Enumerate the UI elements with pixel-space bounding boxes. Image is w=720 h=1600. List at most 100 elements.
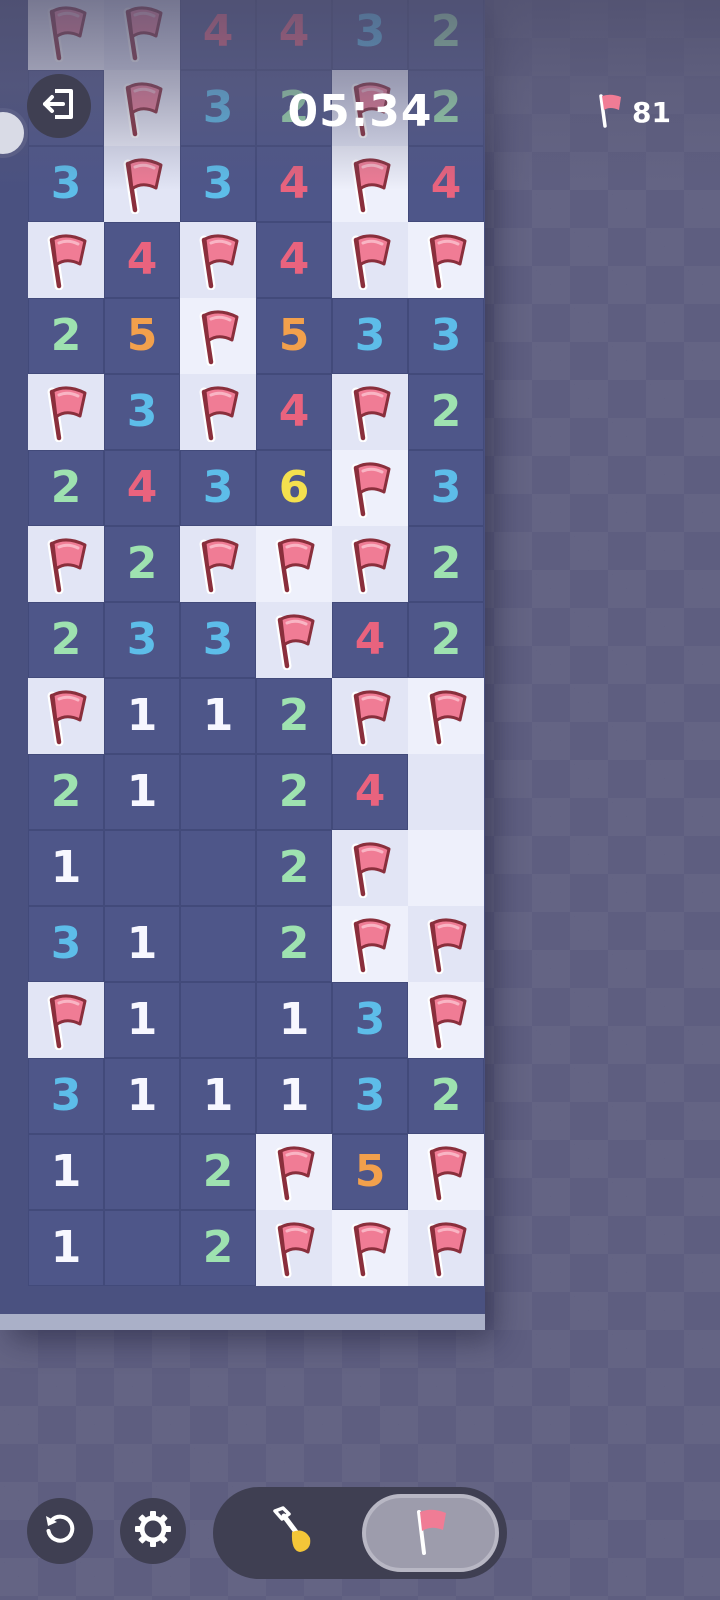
- number-cell[interactable]: 3: [332, 982, 408, 1058]
- number-cell[interactable]: 5: [256, 298, 332, 374]
- number-cell[interactable]: 1: [104, 754, 180, 830]
- flagged-cell[interactable]: [332, 146, 408, 222]
- number-cell[interactable]: 3: [28, 1058, 104, 1134]
- number-cell[interactable]: 2: [256, 678, 332, 754]
- empty-cell[interactable]: [180, 906, 256, 982]
- flagged-cell[interactable]: [28, 0, 104, 70]
- number-cell[interactable]: 2: [408, 0, 484, 70]
- flagged-cell[interactable]: [332, 678, 408, 754]
- number-cell[interactable]: 2: [180, 1210, 256, 1286]
- flagged-cell[interactable]: [408, 678, 484, 754]
- flagged-cell[interactable]: [104, 0, 180, 70]
- exit-button[interactable]: [27, 74, 91, 138]
- flagged-cell[interactable]: [332, 830, 408, 906]
- restart-button[interactable]: [27, 1498, 93, 1564]
- number-cell[interactable]: 2: [408, 602, 484, 678]
- empty-cell[interactable]: [104, 1134, 180, 1210]
- flagged-cell[interactable]: [332, 906, 408, 982]
- flagged-cell[interactable]: [28, 982, 104, 1058]
- number-cell[interactable]: 1: [28, 830, 104, 906]
- number-cell[interactable]: 2: [408, 374, 484, 450]
- number-cell[interactable]: 2: [408, 526, 484, 602]
- number-cell[interactable]: 3: [180, 602, 256, 678]
- number-cell[interactable]: 3: [104, 374, 180, 450]
- flagged-cell[interactable]: [28, 678, 104, 754]
- flagged-cell[interactable]: [256, 1134, 332, 1210]
- empty-cell[interactable]: [104, 830, 180, 906]
- flagged-cell[interactable]: [408, 1210, 484, 1286]
- number-cell[interactable]: 4: [256, 146, 332, 222]
- number-cell[interactable]: 1: [28, 1210, 104, 1286]
- number-cell[interactable]: 4: [256, 222, 332, 298]
- number-cell[interactable]: 1: [104, 678, 180, 754]
- number-cell[interactable]: 3: [28, 906, 104, 982]
- flagged-cell[interactable]: [408, 906, 484, 982]
- flagged-cell[interactable]: [332, 526, 408, 602]
- number-cell[interactable]: 3: [332, 1058, 408, 1134]
- number-cell[interactable]: 1: [104, 982, 180, 1058]
- number-cell[interactable]: 2: [28, 754, 104, 830]
- flagged-cell[interactable]: [408, 982, 484, 1058]
- number-cell[interactable]: 1: [180, 1058, 256, 1134]
- number-cell[interactable]: 4: [408, 146, 484, 222]
- number-cell[interactable]: 5: [104, 298, 180, 374]
- empty-cell[interactable]: [180, 982, 256, 1058]
- flagged-cell[interactable]: [28, 526, 104, 602]
- number-cell[interactable]: 3: [332, 298, 408, 374]
- flagged-cell[interactable]: [408, 222, 484, 298]
- number-cell[interactable]: 3: [180, 146, 256, 222]
- empty-cell[interactable]: [104, 1210, 180, 1286]
- number-cell[interactable]: 1: [256, 982, 332, 1058]
- number-cell[interactable]: 4: [180, 0, 256, 70]
- number-cell[interactable]: 2: [104, 526, 180, 602]
- flagged-cell[interactable]: [104, 146, 180, 222]
- number-cell[interactable]: 2: [256, 830, 332, 906]
- flag-mode-button[interactable]: [362, 1494, 499, 1572]
- number-cell[interactable]: 3: [28, 146, 104, 222]
- number-cell[interactable]: 3: [180, 70, 256, 146]
- number-cell[interactable]: 2: [180, 1134, 256, 1210]
- number-cell[interactable]: 3: [408, 450, 484, 526]
- hidden-cell[interactable]: [408, 830, 484, 906]
- number-cell[interactable]: 2: [256, 754, 332, 830]
- flagged-cell[interactable]: [256, 526, 332, 602]
- number-cell[interactable]: 4: [104, 450, 180, 526]
- flagged-cell[interactable]: [28, 222, 104, 298]
- number-cell[interactable]: 3: [408, 298, 484, 374]
- dig-mode-button[interactable]: [225, 1495, 357, 1571]
- number-cell[interactable]: 5: [332, 1134, 408, 1210]
- flagged-cell[interactable]: [180, 222, 256, 298]
- number-cell[interactable]: 2: [408, 1058, 484, 1134]
- number-cell[interactable]: 1: [104, 906, 180, 982]
- number-cell[interactable]: 6: [256, 450, 332, 526]
- empty-cell[interactable]: [180, 830, 256, 906]
- empty-cell[interactable]: [180, 754, 256, 830]
- flagged-cell[interactable]: [104, 70, 180, 146]
- number-cell[interactable]: 2: [28, 602, 104, 678]
- number-cell[interactable]: 1: [256, 1058, 332, 1134]
- number-cell[interactable]: 1: [104, 1058, 180, 1134]
- number-cell[interactable]: 3: [104, 602, 180, 678]
- flagged-cell[interactable]: [180, 298, 256, 374]
- flagged-cell[interactable]: [256, 602, 332, 678]
- number-cell[interactable]: 2: [28, 298, 104, 374]
- flagged-cell[interactable]: [332, 450, 408, 526]
- number-cell[interactable]: 1: [28, 1134, 104, 1210]
- flagged-cell[interactable]: [332, 374, 408, 450]
- number-cell[interactable]: 4: [332, 754, 408, 830]
- flagged-cell[interactable]: [28, 374, 104, 450]
- flagged-cell[interactable]: [408, 1134, 484, 1210]
- flagged-cell[interactable]: [180, 374, 256, 450]
- number-cell[interactable]: 2: [256, 906, 332, 982]
- number-cell[interactable]: 4: [256, 0, 332, 70]
- number-cell[interactable]: 3: [332, 0, 408, 70]
- flagged-cell[interactable]: [180, 526, 256, 602]
- flagged-cell[interactable]: [256, 1210, 332, 1286]
- number-cell[interactable]: 2: [28, 450, 104, 526]
- hidden-cell[interactable]: [408, 754, 484, 830]
- number-cell[interactable]: 3: [180, 450, 256, 526]
- number-cell[interactable]: 4: [104, 222, 180, 298]
- number-cell[interactable]: 4: [332, 602, 408, 678]
- number-cell[interactable]: 4: [256, 374, 332, 450]
- settings-button[interactable]: [120, 1498, 186, 1564]
